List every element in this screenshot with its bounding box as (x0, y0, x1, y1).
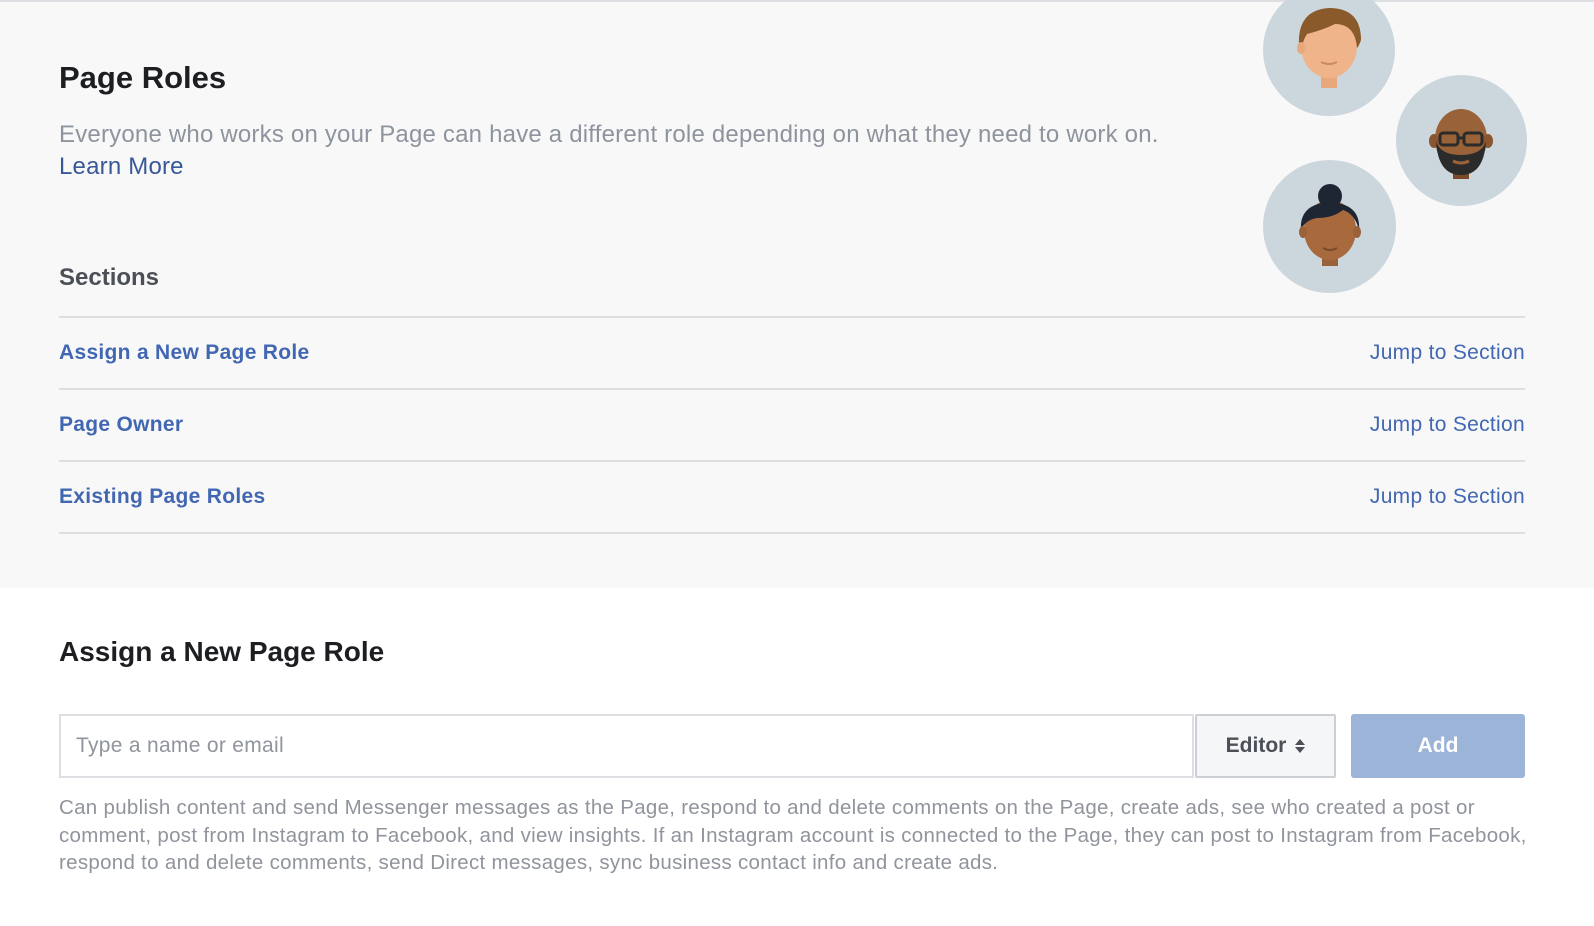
name-or-email-input[interactable] (59, 714, 1194, 778)
page-roles-intro: Page Roles Everyone who works on your Pa… (0, 0, 1594, 588)
add-button[interactable]: Add (1351, 714, 1525, 778)
role-select-dropdown[interactable]: Editor (1195, 714, 1336, 778)
woman-brown-hair-avatar (1263, 0, 1395, 116)
section-row-owner: Page Owner Jump to Section (59, 388, 1525, 460)
learn-more-link[interactable]: Learn More (59, 153, 184, 180)
role-description: Can publish content and send Messenger m… (59, 796, 1527, 874)
section-row-existing: Existing Page Roles Jump to Section (59, 460, 1525, 534)
section-link-existing-roles[interactable]: Existing Page Roles (59, 485, 265, 509)
assign-role-heading: Assign a New Page Role (59, 636, 385, 667)
section-link-assign-new-role[interactable]: Assign a New Page Role (59, 341, 310, 365)
select-arrows-icon (1295, 739, 1306, 753)
sections-list: Assign a New Page Role Jump to Section P… (59, 316, 1525, 534)
avatar-illustration (1260, 0, 1540, 302)
description-text: Everyone who works on your Page can have… (59, 121, 1159, 148)
woman-bun-avatar (1263, 160, 1396, 293)
sections-heading: Sections (59, 264, 160, 291)
jump-to-section-link[interactable]: Jump to Section (1370, 485, 1525, 509)
role-select-value: Editor (1225, 734, 1287, 757)
page-title: Page Roles (59, 60, 227, 95)
man-beard-glasses-avatar (1396, 75, 1527, 206)
section-link-page-owner[interactable]: Page Owner (59, 413, 183, 437)
jump-to-section-link[interactable]: Jump to Section (1370, 413, 1525, 437)
page-description: Everyone who works on your Page can have… (59, 119, 1209, 183)
section-row-assign: Assign a New Page Role Jump to Section (59, 316, 1525, 388)
jump-to-section-link[interactable]: Jump to Section (1370, 341, 1525, 365)
